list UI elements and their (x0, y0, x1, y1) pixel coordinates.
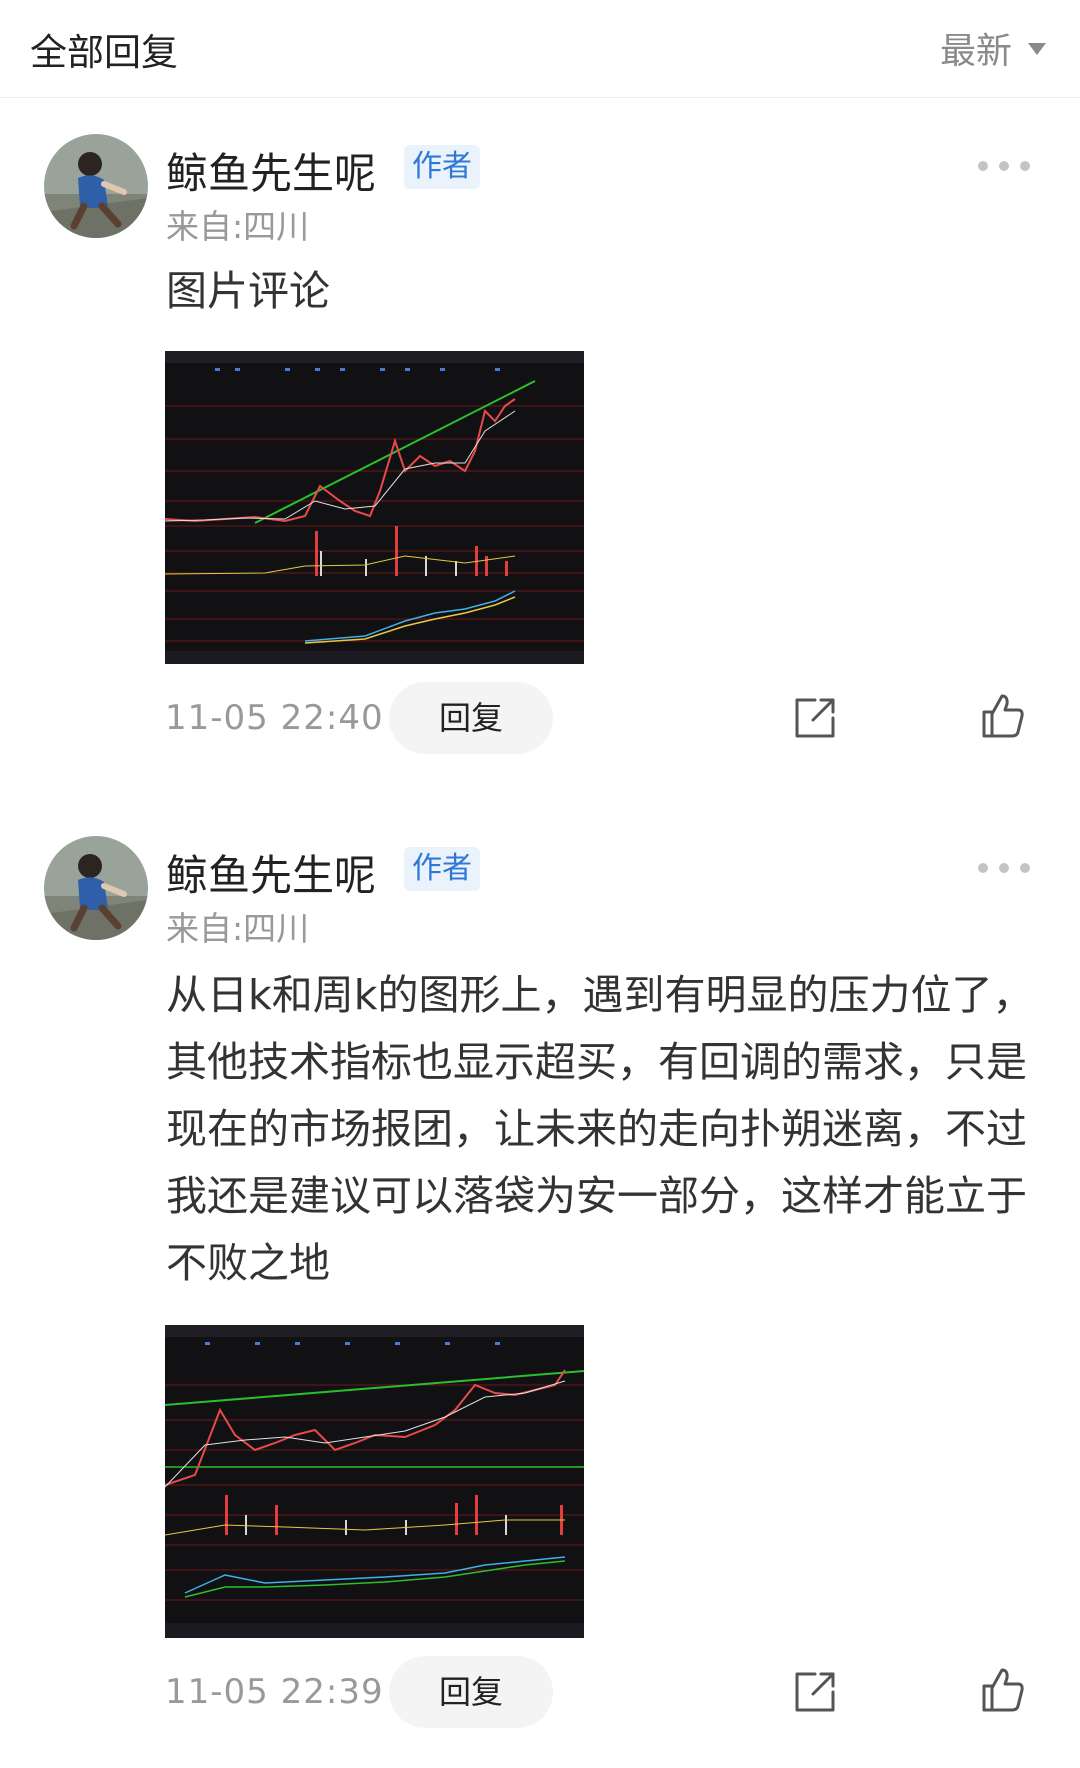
more-options-icon[interactable] (978, 860, 1030, 876)
comment-image[interactable] (165, 351, 584, 664)
comment-text: 从日k和周k的图形上，遇到有明显的压力位了，其他技术指标也显示超买，有回调的需求… (166, 971, 1034, 1287)
like-icon[interactable] (978, 692, 1026, 740)
comment-text: 图片评论 (166, 267, 330, 315)
reply-button[interactable]: 回复 (389, 1656, 553, 1728)
author-badge: 作者 (404, 847, 480, 891)
sort-dropdown[interactable]: 最新 (940, 22, 1046, 74)
like-icon[interactable] (978, 1666, 1026, 1714)
avatar[interactable] (44, 836, 148, 940)
avatar[interactable] (44, 134, 148, 238)
comment-time: 11-05 22:40 (165, 698, 384, 738)
author-badge: 作者 (404, 145, 480, 189)
location-label: 来自:四川 (166, 207, 310, 246)
comment-image[interactable] (165, 1325, 584, 1638)
comment-time: 11-05 22:39 (165, 1672, 384, 1712)
replies-header: 全部回复 最新 (0, 0, 1080, 98)
share-icon[interactable] (791, 694, 839, 742)
more-options-icon[interactable] (978, 158, 1030, 174)
share-icon[interactable] (791, 1668, 839, 1716)
all-replies-title: 全部回复 (30, 31, 178, 74)
sort-label: 最新 (939, 31, 1012, 72)
location-label: 来自:四川 (166, 909, 310, 948)
reply-button[interactable]: 回复 (389, 682, 553, 754)
username[interactable]: 鲸鱼先生呢 (166, 140, 376, 201)
username[interactable]: 鲸鱼先生呢 (166, 842, 376, 903)
caret-down-icon (1028, 43, 1046, 55)
